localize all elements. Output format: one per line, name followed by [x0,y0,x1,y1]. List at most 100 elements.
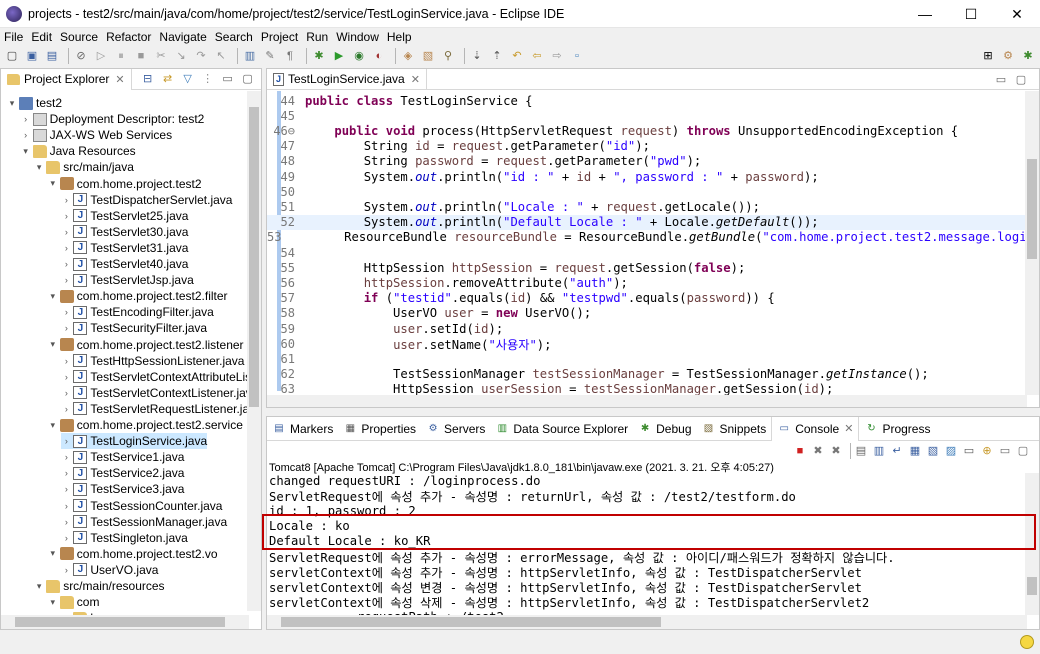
chevron-down-icon[interactable]: ▾ [48,548,58,559]
tree-item[interactable]: › J TestServlet30.java [61,224,189,240]
console-horizontal-scrollbar[interactable] [267,615,1027,629]
chevron-down-icon[interactable]: ▾ [48,420,58,431]
tree-item[interactable]: › J TestServlet25.java [61,208,189,224]
terminate-icon[interactable]: ■ [792,443,808,459]
tab-project-explorer[interactable]: Project Explorer ✕ [1,68,132,90]
chevron-right-icon[interactable]: › [61,227,71,237]
external-tools-icon[interactable]: ◐ [371,48,387,64]
terminate-icon[interactable]: ■ [133,48,149,64]
code-line[interactable]: 49 System.out.println("id : " + id + ", … [267,169,1027,184]
maximize-button[interactable]: ☐ [948,0,994,28]
code-line[interactable]: 50 [267,184,1027,199]
scrollbar-thumb[interactable] [15,617,225,627]
remove-launch-icon[interactable]: ✖ [810,443,826,459]
chevron-right-icon[interactable]: › [61,565,71,575]
code-line[interactable]: 52 System.out.println("Default Locale : … [267,214,1027,230]
chevron-down-icon[interactable]: ▾ [34,581,44,592]
show-on-stderr-icon[interactable]: ▧ [925,443,941,459]
editor-vertical-scrollbar[interactable] [1025,91,1039,395]
show-on-stdout-icon[interactable]: ▦ [907,443,923,459]
tree-item[interactable]: › J TestEncodingFilter.java [61,304,214,320]
close-icon[interactable]: ✕ [115,73,124,86]
code-line[interactable]: 55 HttpSession httpSession = request.get… [267,260,1027,275]
chevron-right-icon[interactable]: › [61,388,71,398]
prev-annotation-icon[interactable]: ⇡ [489,48,505,64]
menu-navigate[interactable]: Navigate [155,30,210,44]
tree-item[interactable]: ▾ com.home.project.test2.filter [48,288,228,304]
close-icon[interactable]: ✕ [411,73,420,86]
tree-item[interactable]: › J TestSingleton.java [61,530,188,546]
minimize-view-icon[interactable]: ▭ [993,72,1009,88]
chevron-down-icon[interactable]: ▾ [48,339,58,350]
save-all-icon[interactable]: ▤ [44,48,60,64]
tab-data-source-explorer[interactable]: ▥ Data Source Explorer [490,417,633,441]
pin-console-icon[interactable]: ▨ [943,443,959,459]
link-with-editor-icon[interactable]: ⇄ [160,71,176,87]
forward-icon[interactable]: ⇨ [549,48,565,64]
tab-snippets[interactable]: ▧ Snippets [697,417,772,441]
search-icon[interactable]: ⚲ [440,48,456,64]
menu-help[interactable]: Help [383,30,416,44]
code-line[interactable]: 53 ResourceBundle resourceBundle = Resou… [267,230,1027,245]
open-perspective-icon[interactable]: ⊞ [980,48,996,64]
tree-item[interactable]: › J TestServletJsp.java [61,272,194,288]
back-icon[interactable]: ⇦ [529,48,545,64]
step-over-icon[interactable]: ↷ [193,48,209,64]
show-whitespace-icon[interactable]: ¶ [282,48,298,64]
menu-search[interactable]: Search [211,30,257,44]
toggle-mark-icon[interactable]: ✎ [262,48,278,64]
menu-source[interactable]: Source [56,30,102,44]
new-icon[interactable]: ▢ [4,48,20,64]
code-line[interactable]: 54 [267,245,1027,260]
pin-editor-icon[interactable]: ▫ [569,48,585,64]
chevron-down-icon[interactable]: ▾ [48,597,58,608]
chevron-right-icon[interactable]: › [61,356,71,366]
close-icon[interactable]: ✕ [844,422,853,435]
chevron-right-icon[interactable]: › [61,533,71,543]
scrollbar-thumb[interactable] [249,107,259,407]
chevron-right-icon[interactable]: › [61,484,71,494]
save-icon[interactable]: ▣ [24,48,40,64]
tab-markers[interactable]: ▤ Markers [267,417,338,441]
code-line[interactable]: 44 public class TestLoginService { [267,93,1027,108]
tree-item[interactable]: › Deployment Descriptor: test2 [21,111,204,127]
tree-item[interactable]: ▾ com.home.project.test2 [48,176,202,192]
server-icon[interactable]: ▥ [242,48,258,64]
tree-item[interactable]: ▾ com [48,594,100,610]
run-icon[interactable]: ▶ [331,48,347,64]
code-line[interactable]: 61 [267,351,1027,366]
tree-item[interactable]: ▾ Java Resources [21,143,135,159]
tree-item[interactable]: › J TestLoginService.java [61,433,208,450]
step-into-icon[interactable]: ↘ [173,48,189,64]
word-wrap-icon[interactable]: ↵ [889,443,905,459]
chevron-right-icon[interactable]: › [61,275,71,285]
menu-file[interactable]: File [0,30,27,44]
tree-item[interactable]: › J TestServlet40.java [61,256,189,272]
resume-icon[interactable]: ▷ [93,48,109,64]
tree-item[interactable]: › J TestDispatcherServlet.java [61,192,233,208]
tree-item[interactable]: › J TestServletContextListener.java [61,385,249,401]
tab-progress[interactable]: ↻ Progress [859,417,935,441]
chevron-right-icon[interactable]: › [61,195,71,205]
next-annotation-icon[interactable]: ⇣ [469,48,485,64]
tip-lightbulb-icon[interactable] [1020,635,1034,649]
tree-item[interactable]: › J TestHttpSessionListener.java [61,353,245,369]
code-line[interactable]: 45 [267,108,1027,123]
tree-item[interactable]: › JAX-WS Web Services [21,127,172,143]
minimize-view-icon[interactable]: ▭ [997,443,1013,459]
menu-run[interactable]: Run [302,30,332,44]
menu-edit[interactable]: Edit [27,30,56,44]
code-line[interactable]: 46⊖ public void process(HttpServletReque… [267,123,1027,138]
chevron-right-icon[interactable]: › [21,114,31,124]
chevron-right-icon[interactable]: › [61,323,71,333]
tree-item[interactable]: ▾ com.home.project.test2.vo [48,546,218,562]
tree-item[interactable]: ▾ com.home.project.test2.listener [48,337,244,353]
minimize-button[interactable]: — [902,0,948,28]
menu-window[interactable]: Window [332,30,383,44]
clear-console-icon[interactable]: ▤ [853,443,869,459]
chevron-right-icon[interactable]: › [21,130,31,140]
tab-servers[interactable]: ⚙ Servers [421,417,490,441]
chevron-right-icon[interactable]: › [61,501,71,511]
menu-project[interactable]: Project [257,30,302,44]
tree-item[interactable]: › J TestServlet31.java [61,240,189,256]
